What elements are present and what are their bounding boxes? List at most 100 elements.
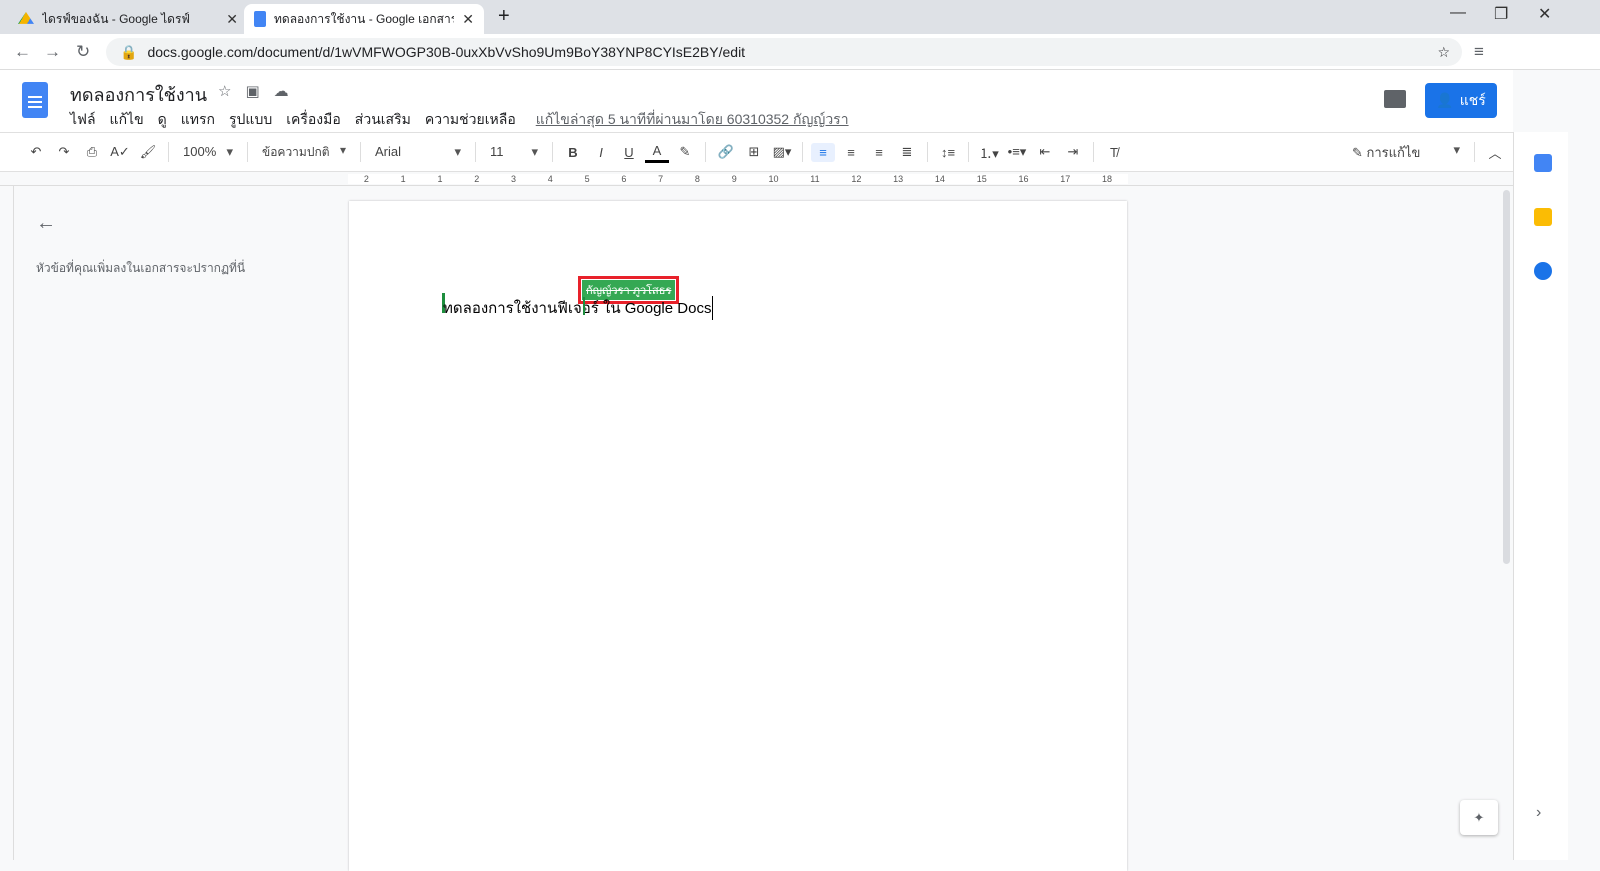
comment-history-icon[interactable] xyxy=(1384,90,1406,108)
url-input[interactable]: 🔒 docs.google.com/document/d/1wVMFWOGP30B… xyxy=(106,38,1462,66)
tab-drive[interactable]: ไดรฟ์ของฉัน - Google ไดรฟ์ ✕ xyxy=(8,4,248,34)
docs-logo-icon[interactable] xyxy=(22,82,48,118)
highlight-icon[interactable]: ✎ xyxy=(673,142,697,162)
docs-icon xyxy=(254,11,266,27)
ruler-tick-label: 1 xyxy=(400,174,406,184)
redo-icon[interactable]: ↷ xyxy=(52,142,76,162)
link-icon[interactable]: 🔗 xyxy=(714,142,738,162)
spellcheck-icon[interactable]: A✓ xyxy=(108,142,132,162)
collaborator-cursor xyxy=(583,297,585,315)
cloud-saved-icon[interactable]: ☁ xyxy=(274,82,289,100)
menu-insert[interactable]: แทรก xyxy=(181,109,215,131)
ruler-tick-label: 15 xyxy=(976,174,987,184)
back-icon[interactable]: ← xyxy=(14,42,31,62)
ruler-tick-label: 13 xyxy=(893,174,904,184)
menu-format[interactable]: รูปแบบ xyxy=(229,109,272,131)
ruler-tick-label: 12 xyxy=(851,174,862,184)
clear-formatting-icon[interactable]: T̸ xyxy=(1102,143,1126,162)
document-title[interactable]: ทดลองการใช้งาน xyxy=(70,80,207,109)
ruler-tick-label: 8 xyxy=(694,174,700,184)
document-text[interactable]: ทดลองการใช้งานฟีเจอร์ ใน Google Docs xyxy=(443,296,714,320)
style-select[interactable]: ข้อความปกติ xyxy=(256,143,352,162)
scrollbar-thumb[interactable] xyxy=(1503,190,1510,564)
align-right-icon[interactable]: ≡ xyxy=(867,143,891,162)
ruler-tick-label: 16 xyxy=(1018,174,1029,184)
forward-icon[interactable]: → xyxy=(44,42,61,62)
close-tab-icon[interactable]: ✕ xyxy=(462,11,474,28)
editing-mode-select[interactable]: ✎ การแก้ไข xyxy=(1346,142,1466,163)
collapse-menus-icon[interactable]: ︿ xyxy=(1483,141,1507,164)
horizontal-ruler[interactable]: 2 1 1 2 3 4 5 6 7 8 9 10 11 12 13 14 15 16 17 18 xyxy=(0,172,1513,186)
scrollbar[interactable] xyxy=(1500,186,1513,860)
ruler-tick-label: 11 xyxy=(810,174,820,184)
ruler-tick-label: 7 xyxy=(658,174,664,184)
close-tab-icon[interactable]: ✕ xyxy=(226,11,238,28)
justify-icon[interactable]: ≣ xyxy=(895,142,919,162)
menu-help[interactable]: ความช่วยเหลือ xyxy=(425,109,516,131)
print-icon[interactable]: ⎙ xyxy=(80,142,104,162)
paint-format-icon[interactable]: 🖌 xyxy=(136,142,160,162)
vertical-ruler[interactable] xyxy=(0,186,14,860)
text-color-icon[interactable]: A xyxy=(645,141,669,163)
share-button[interactable]: 👤 แชร์ xyxy=(1425,83,1497,118)
document-page[interactable]: กัญญ์วรา ภูวโสธร ทดลองการใช้งานฟีเจอร์ ใ… xyxy=(349,201,1127,871)
reload-icon[interactable]: ↻ xyxy=(76,42,90,62)
tab-docs[interactable]: ทดลองการใช้งาน - Google เอกสาร ✕ xyxy=(244,4,484,34)
undo-icon[interactable]: ↶ xyxy=(24,142,48,162)
restore-button[interactable]: ❐ xyxy=(1494,4,1508,24)
tab-bar: ไดรฟ์ของฉัน - Google ไดรฟ์ ✕ ทดลองการใช้ง… xyxy=(0,0,1600,34)
ruler-tick-label: 2 xyxy=(474,174,480,184)
menu-view[interactable]: ดู xyxy=(158,109,167,131)
menu-file[interactable]: ไฟล์ xyxy=(70,109,96,131)
explore-button[interactable]: ✦ xyxy=(1460,800,1498,835)
font-select[interactable]: Arial xyxy=(369,144,467,160)
menu-tools[interactable]: เครื่องมือ xyxy=(286,109,341,131)
bold-icon[interactable]: B xyxy=(561,143,585,162)
new-tab-button[interactable]: + xyxy=(498,5,510,28)
document-outline: ← หัวข้อที่คุณเพิ่มลงในเอกสารจะปรากฏที่น… xyxy=(36,212,245,278)
person-icon: 👤 xyxy=(1436,92,1454,108)
ruler-tick-label: 4 xyxy=(547,174,553,184)
ruler-tick-label: 9 xyxy=(731,174,737,184)
underline-icon[interactable]: U xyxy=(617,143,641,162)
line-spacing-icon[interactable]: ↕≡ xyxy=(936,143,960,162)
add-comment-icon[interactable]: ⊞ xyxy=(742,142,766,162)
ruler-tick-label: 2 xyxy=(363,174,369,184)
last-edit-link[interactable]: แก้ไขล่าสุด 5 นาทีที่ผ่านมาโดย 60310352 … xyxy=(536,109,849,131)
align-center-icon[interactable]: ≡ xyxy=(839,143,863,162)
numbered-list-icon[interactable]: ⒈▾ xyxy=(977,141,1001,164)
decrease-indent-icon[interactable]: ⇤ xyxy=(1033,142,1057,162)
minimize-button[interactable]: — xyxy=(1450,4,1466,22)
font-size-select[interactable]: 11 xyxy=(484,144,544,160)
ruler-tick-label: 6 xyxy=(621,174,627,184)
ruler-tick-label: 17 xyxy=(1060,174,1071,184)
outline-hint: หัวข้อที่คุณเพิ่มลงในเอกสารจะปรากฏที่นี่ xyxy=(36,261,246,275)
increase-indent-icon[interactable]: ⇥ xyxy=(1061,142,1085,162)
italic-icon[interactable]: I xyxy=(589,143,613,162)
calendar-icon[interactable] xyxy=(1534,154,1552,172)
drive-icon xyxy=(18,12,34,24)
insert-image-icon[interactable]: ▨▾ xyxy=(770,142,794,162)
ruler-tick-label: 3 xyxy=(511,174,517,184)
ruler-tick-label: 14 xyxy=(934,174,945,184)
keep-icon[interactable] xyxy=(1534,208,1552,226)
menu-edit[interactable]: แก้ไข xyxy=(110,109,144,131)
lock-icon: 🔒 xyxy=(120,43,138,60)
zoom-select[interactable]: 100% xyxy=(177,144,239,160)
close-outline-arrow-icon[interactable]: ← xyxy=(36,212,245,235)
tasks-icon[interactable] xyxy=(1534,262,1552,280)
bulleted-list-icon[interactable]: •≡▾ xyxy=(1005,142,1029,162)
address-bar: ← → ↻ 🔒 docs.google.com/document/d/1wVMFW… xyxy=(0,34,1600,70)
ruler-tick-label: 1 xyxy=(437,174,443,184)
toolbar: ↶ ↷ ⎙ A✓ 🖌 100% ข้อความปกติ Arial 11 B I… xyxy=(0,132,1513,172)
menu-bar: ไฟล์ แก้ไข ดู แทรก รูปแบบ เครื่องมือ ส่ว… xyxy=(70,109,849,131)
align-left-icon[interactable]: ≡ xyxy=(811,142,835,162)
move-folder-icon[interactable]: ▣ xyxy=(245,82,259,100)
close-window-button[interactable]: ✕ xyxy=(1538,4,1551,24)
star-icon[interactable]: ☆ xyxy=(218,82,231,100)
bookmark-star-icon[interactable]: ☆ xyxy=(1437,44,1450,61)
menu-addons[interactable]: ส่วนเสริม xyxy=(355,109,411,131)
expand-panel-icon[interactable]: › xyxy=(1536,804,1541,822)
side-panel: › xyxy=(1513,132,1568,860)
reading-list-icon[interactable]: ≡ xyxy=(1474,42,1484,62)
